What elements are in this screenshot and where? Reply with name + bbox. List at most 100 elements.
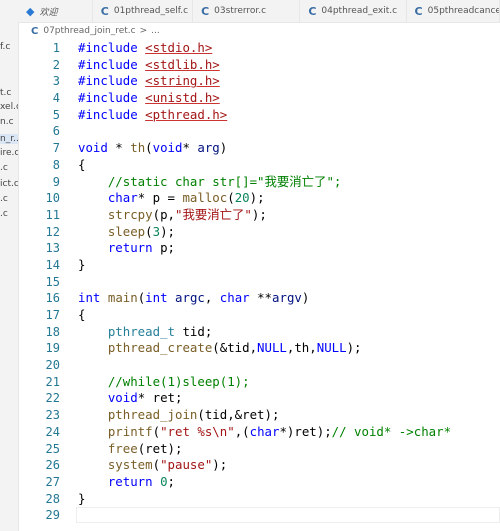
code-token: ( (227, 190, 235, 206)
code-line[interactable]: //static char str[]="我要消亡了"; (78, 174, 500, 191)
breadcrumb-file[interactable]: 07pthread_join_ret.c (43, 26, 135, 36)
code-token: ( (152, 457, 161, 473)
code-token: <stdio.h> (145, 40, 213, 55)
code-line[interactable]: //while(1)sleep(1); (78, 374, 500, 391)
code-line[interactable] (78, 274, 500, 291)
code-token: * p = (137, 190, 183, 206)
line-number: 24 (45, 424, 60, 439)
code-token: ); (160, 223, 176, 239)
code-line[interactable]: } (78, 257, 500, 274)
code-line[interactable]: return p; (78, 240, 500, 257)
code-token: 0 (160, 473, 168, 489)
code-token: (&tid, (212, 340, 258, 356)
sidebar-file-item[interactable]: t.c (0, 88, 11, 98)
code-token: ( (145, 223, 153, 239)
code-token: char (249, 423, 280, 439)
sidebar-file-item[interactable]: ire.c (0, 148, 18, 158)
code-line[interactable]: int main(int argc, char **argv) (78, 290, 500, 307)
code-token: ( (145, 140, 153, 156)
code-token: , (204, 290, 220, 306)
code-token: <unistd.h> (145, 90, 220, 106)
sidebar-file-item[interactable]: f.c (0, 42, 10, 52)
code-token: <string.h> (145, 73, 220, 89)
sidebar-file-item[interactable]: n_r... (0, 134, 18, 144)
code-token: { (78, 156, 86, 172)
code-line[interactable]: #include <stdlib.h> (78, 57, 500, 74)
sidebar-file-item[interactable]: ict.c (0, 179, 18, 189)
sidebar-file-item[interactable]: .c (0, 194, 8, 204)
code-token: #include (78, 90, 146, 106)
sidebar-file-item[interactable]: .c (0, 163, 8, 173)
tab-label: 03strerror.c (214, 6, 267, 16)
editor-tab-bar: ◆ 欢迎 C 01pthread_self.c C 03strerror.c C 04pthr… (18, 0, 500, 23)
editor-tab[interactable]: C 03strerror.c (193, 0, 301, 22)
code-line[interactable] (78, 507, 500, 524)
code-token: (p, (152, 206, 175, 222)
code-token: malloc (182, 190, 228, 206)
editor-tab[interactable]: ◆ 欢迎 (18, 0, 93, 22)
code-editor[interactable]: #include <stdio.h> #include <stdlib.h> #in… (78, 40, 500, 524)
code-line[interactable]: { (78, 157, 500, 174)
code-token: sleep (107, 223, 146, 239)
code-line[interactable]: system("pause"); (78, 457, 500, 474)
code-token: int (78, 290, 101, 306)
code-line[interactable]: void* ret; (78, 390, 500, 407)
line-number: 25 (45, 441, 60, 456)
code-token: void (78, 140, 108, 156)
code-token: ) (301, 290, 310, 306)
code-line[interactable]: void * th(void* arg) (78, 140, 500, 157)
editor-tab[interactable]: C 04pthread_exit.c (300, 0, 407, 22)
line-number: 6 (52, 124, 60, 139)
sidebar-file-item[interactable]: .c (0, 209, 8, 219)
code-token: ); (346, 340, 362, 356)
code-token: "ret %s\n" (160, 423, 235, 439)
code-line[interactable]: } (78, 491, 500, 508)
code-line[interactable]: #include <pthread.h> (78, 107, 500, 124)
code-token: argc (175, 290, 205, 306)
code-line[interactable]: char* p = malloc(20); (78, 190, 500, 207)
code-line[interactable]: #include <unistd.h> (78, 90, 500, 107)
code-token: ) (219, 140, 228, 156)
code-token: #include (78, 40, 146, 55)
code-token: pthread_join (107, 407, 198, 423)
code-line[interactable]: { (78, 307, 500, 324)
code-line[interactable]: return 0; (78, 474, 500, 491)
code-line[interactable]: sleep(3); (78, 224, 500, 241)
line-number: 5 (52, 107, 60, 122)
sidebar-file-item[interactable]: xel.c (0, 102, 18, 112)
line-number: 4 (52, 91, 60, 106)
code-token: #include (78, 56, 146, 72)
code-token: "pause" (160, 457, 213, 473)
line-number: 27 (45, 474, 60, 489)
code-line[interactable]: strcpy(p,"我要消亡了"); (78, 207, 500, 224)
editor-tab[interactable]: C 01pthread_self.c (93, 0, 194, 22)
code-line[interactable]: pthread_join(tid,&ret); (78, 407, 500, 424)
code-line[interactable]: printf("ret %s\n",(char*)ret);// void* -… (78, 424, 500, 441)
c-file-icon: C (31, 25, 39, 37)
code-line[interactable]: #include <string.h> (78, 73, 500, 90)
code-line[interactable]: pthread_t tid; (78, 324, 500, 341)
breadcrumb-separator: > (139, 26, 148, 36)
code-line[interactable]: #include <stdio.h> (78, 40, 500, 57)
code-line[interactable]: free(ret); (78, 441, 500, 458)
explorer-sidebar[interactable]: f.c t.c xel.c n.c n_r... ire.c .c ict.c .c .c (0, 0, 19, 531)
code-token: tid; (174, 323, 213, 339)
line-number: 26 (45, 458, 60, 473)
code-token: void (152, 140, 183, 156)
code-line[interactable]: pthread_create(&tid,NULL,th,NULL); (78, 340, 500, 357)
code-line[interactable] (78, 357, 500, 374)
code-token: } (78, 490, 86, 506)
code-token: int (145, 290, 168, 306)
code-line[interactable] (78, 123, 500, 140)
sidebar-file-item[interactable]: n.c (0, 117, 14, 127)
code-token: 20 (234, 190, 250, 206)
code-token: * (182, 140, 198, 156)
breadcrumb-more[interactable]: ... (151, 26, 160, 36)
editor-tab[interactable]: C 05pthreadcancel (407, 0, 500, 22)
